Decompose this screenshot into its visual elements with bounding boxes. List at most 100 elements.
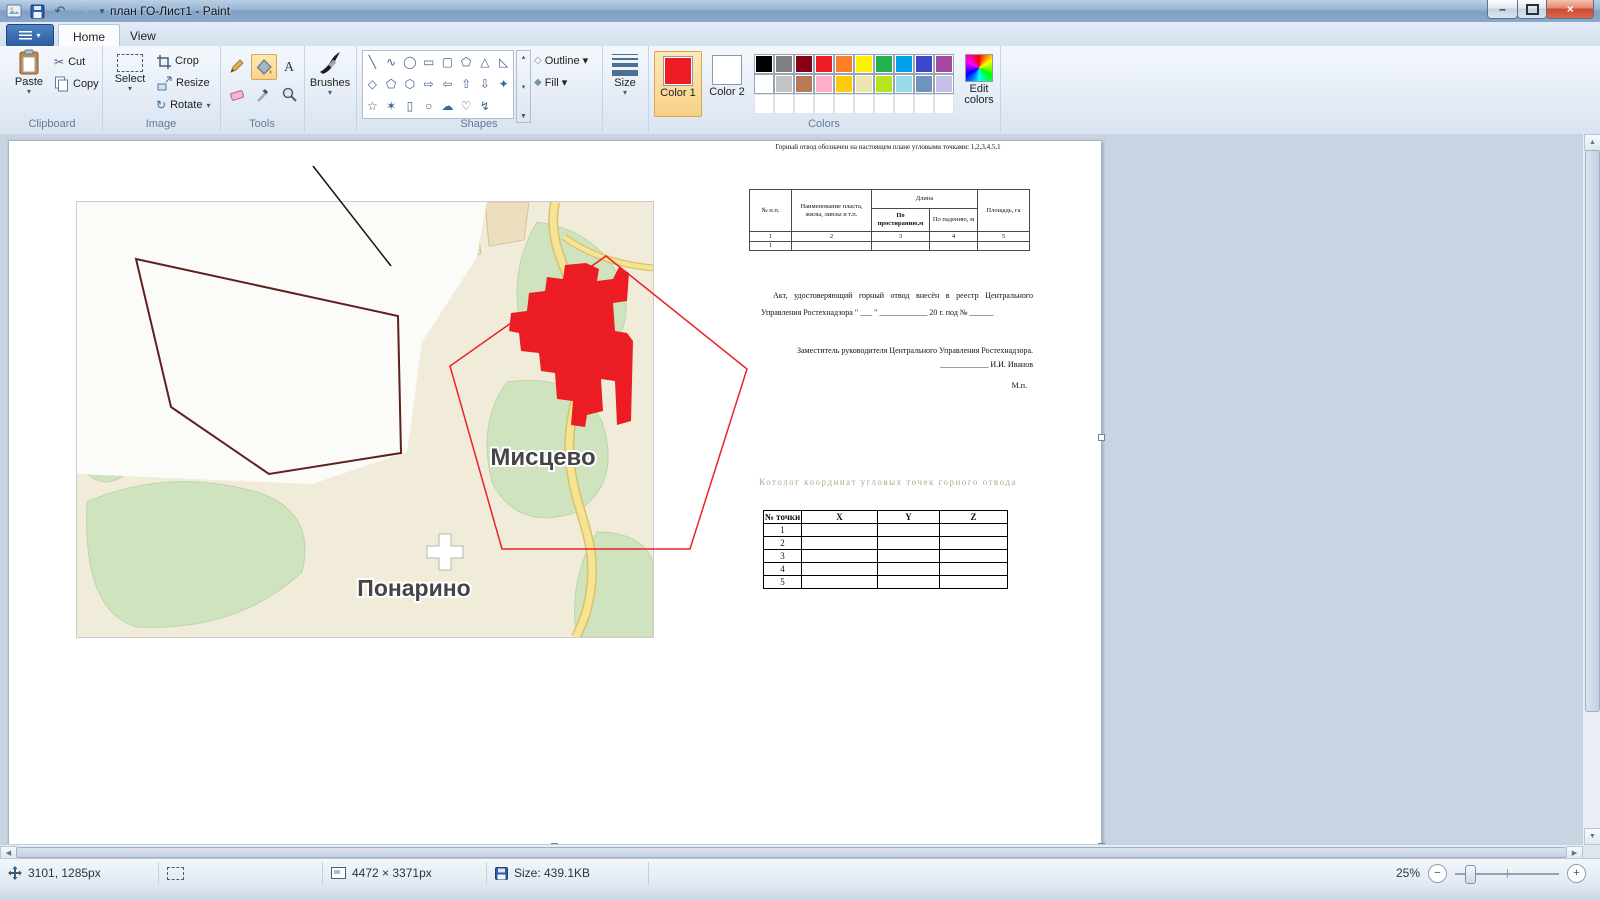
rotate-button[interactable]: ↻ Rotate ▾ (156, 95, 211, 115)
palette-swatch[interactable] (854, 54, 874, 74)
shape-oval-callout-icon[interactable]: ○ (419, 95, 438, 117)
shape-rounded-callout-icon[interactable]: ▯ (401, 95, 420, 117)
vertical-scrollbar-thumb[interactable] (1585, 150, 1600, 712)
qat-dropdown-icon[interactable]: ▾ (96, 2, 108, 20)
brushes-button[interactable]: Brushes ▾ (308, 50, 352, 97)
palette-swatch[interactable] (834, 54, 854, 74)
palette-swatch-empty[interactable] (794, 94, 814, 114)
shape-five-point-star-icon[interactable]: ☆ (363, 95, 382, 117)
palette-swatch[interactable] (834, 74, 854, 94)
shape-rectangle-icon[interactable]: ▭ (419, 51, 438, 73)
palette-swatch-empty[interactable] (934, 94, 954, 114)
palette-swatch[interactable] (914, 54, 934, 74)
shape-right-arrow-icon[interactable]: ⇨ (419, 73, 438, 95)
shape-down-arrow-icon[interactable]: ⇩ (476, 73, 495, 95)
palette-swatch[interactable] (854, 74, 874, 94)
palette-swatch[interactable] (894, 74, 914, 94)
shapes-scrollbar[interactable]: ▴ ▾ ▼ (516, 50, 531, 123)
zoom-out-button[interactable]: − (1428, 863, 1447, 883)
zoom-slider[interactable] (1455, 864, 1559, 884)
redo-icon[interactable]: ↷ (73, 2, 93, 20)
shape-left-arrow-icon[interactable]: ⇦ (438, 73, 457, 95)
palette-swatch[interactable] (774, 54, 794, 74)
palette-swatch[interactable] (894, 54, 914, 74)
save-icon[interactable] (27, 2, 47, 20)
application-menu-button[interactable]: ▾ (6, 24, 54, 47)
palette-swatch-empty[interactable] (894, 94, 914, 114)
magnifier-tool-button[interactable] (277, 82, 301, 106)
palette-swatch[interactable] (814, 74, 834, 94)
palette-swatch-empty[interactable] (914, 94, 934, 114)
zoom-slider-thumb[interactable] (1465, 864, 1477, 884)
horizontal-scrollbar[interactable]: ◀ ▶ (0, 844, 1583, 859)
tab-view[interactable]: View (116, 25, 170, 46)
select-button[interactable]: Select ▾ (108, 49, 152, 93)
cut-button[interactable]: ✂ Cut (54, 52, 85, 72)
palette-swatch[interactable] (874, 54, 894, 74)
palette-swatch-empty[interactable] (774, 94, 794, 114)
size-button[interactable]: Size ▾ (606, 50, 644, 97)
paint-app-icon[interactable] (4, 2, 24, 20)
minimize-button[interactable]: – (1487, 0, 1518, 19)
text-tool-button[interactable]: A (277, 54, 301, 78)
edit-colors-button[interactable]: Edit colors (960, 51, 998, 106)
vertical-scrollbar[interactable]: ▲ ▼ (1582, 134, 1600, 845)
palette-swatch[interactable] (814, 54, 834, 74)
color2-button[interactable]: Color 2 (704, 51, 750, 115)
resize-button[interactable]: Resize (156, 73, 210, 93)
palette-swatch[interactable] (914, 74, 934, 94)
fill-button[interactable]: ◆ Fill ▾ (534, 73, 598, 92)
palette-swatch-empty[interactable] (874, 94, 894, 114)
close-button[interactable]: × (1546, 0, 1594, 19)
fill-tool-button[interactable] (251, 54, 277, 80)
palette-swatch[interactable] (874, 74, 894, 94)
scroll-up-icon[interactable]: ▴ (522, 53, 526, 61)
shape-lightning-icon[interactable]: ↯ (476, 95, 495, 117)
paste-button[interactable]: Paste ▾ (8, 49, 50, 96)
copy-button[interactable]: Copy (54, 74, 99, 94)
palette-swatch[interactable] (794, 74, 814, 94)
palette-swatch-empty[interactable] (754, 94, 774, 114)
shape-empty-icon[interactable] (494, 95, 513, 117)
shape-line-icon[interactable]: ╲ (363, 51, 382, 73)
shape-six-point-star-icon[interactable]: ✶ (382, 95, 401, 117)
palette-swatch[interactable] (934, 54, 954, 74)
scroll-up-icon[interactable]: ▲ (1584, 134, 1600, 151)
zoom-in-button[interactable]: + (1567, 863, 1586, 883)
color-picker-tool-button[interactable] (251, 82, 275, 106)
tab-home[interactable]: Home (58, 24, 121, 48)
outline-button[interactable]: ◇ Outline ▾ (534, 51, 598, 70)
palette-swatch[interactable] (934, 74, 954, 94)
crop-button[interactable]: Crop (156, 51, 199, 71)
scroll-down-icon[interactable]: ▾ (522, 83, 526, 91)
shape-rounded-rectangle-icon[interactable]: ▢ (438, 51, 457, 73)
palette-swatch-empty[interactable] (834, 94, 854, 114)
eraser-tool-button[interactable] (225, 82, 249, 106)
canvas-page[interactable]: Мисцево Понарино Горный отвод обозначен … (8, 140, 1102, 847)
shape-heart-icon[interactable]: ♡ (457, 95, 476, 117)
shape-diamond-icon[interactable]: ◇ (363, 73, 382, 95)
color1-button[interactable]: Color 1 (654, 51, 702, 117)
shape-oval-icon[interactable]: ◯ (401, 51, 420, 73)
scroll-down-icon[interactable]: ▼ (1584, 828, 1600, 845)
shape-curve-icon[interactable]: ∿ (382, 51, 401, 73)
maximize-button[interactable] (1517, 0, 1547, 19)
shape-cloud-callout-icon[interactable]: ☁ (438, 95, 457, 117)
shape-pentagon-icon[interactable]: ⬠ (382, 73, 401, 95)
horizontal-scrollbar-thumb[interactable] (16, 847, 1567, 858)
shape-four-point-star-icon[interactable]: ✦ (494, 73, 513, 95)
canvas-resize-handle-right[interactable] (1098, 434, 1105, 441)
shape-triangle-icon[interactable]: △ (476, 51, 495, 73)
palette-swatch-empty[interactable] (854, 94, 874, 114)
shape-right-triangle-icon[interactable]: ◺ (494, 51, 513, 73)
pencil-tool-button[interactable] (225, 54, 249, 78)
palette-swatch-empty[interactable] (814, 94, 834, 114)
palette-swatch[interactable] (754, 74, 774, 94)
palette-swatch[interactable] (774, 74, 794, 94)
shape-up-arrow-icon[interactable]: ⇧ (457, 73, 476, 95)
palette-swatch[interactable] (794, 54, 814, 74)
shape-hexagon-icon[interactable]: ⬡ (401, 73, 420, 95)
palette-swatch[interactable] (754, 54, 774, 74)
shape-polygon-icon[interactable]: ⬠ (457, 51, 476, 73)
undo-icon[interactable]: ↶ (50, 2, 70, 20)
